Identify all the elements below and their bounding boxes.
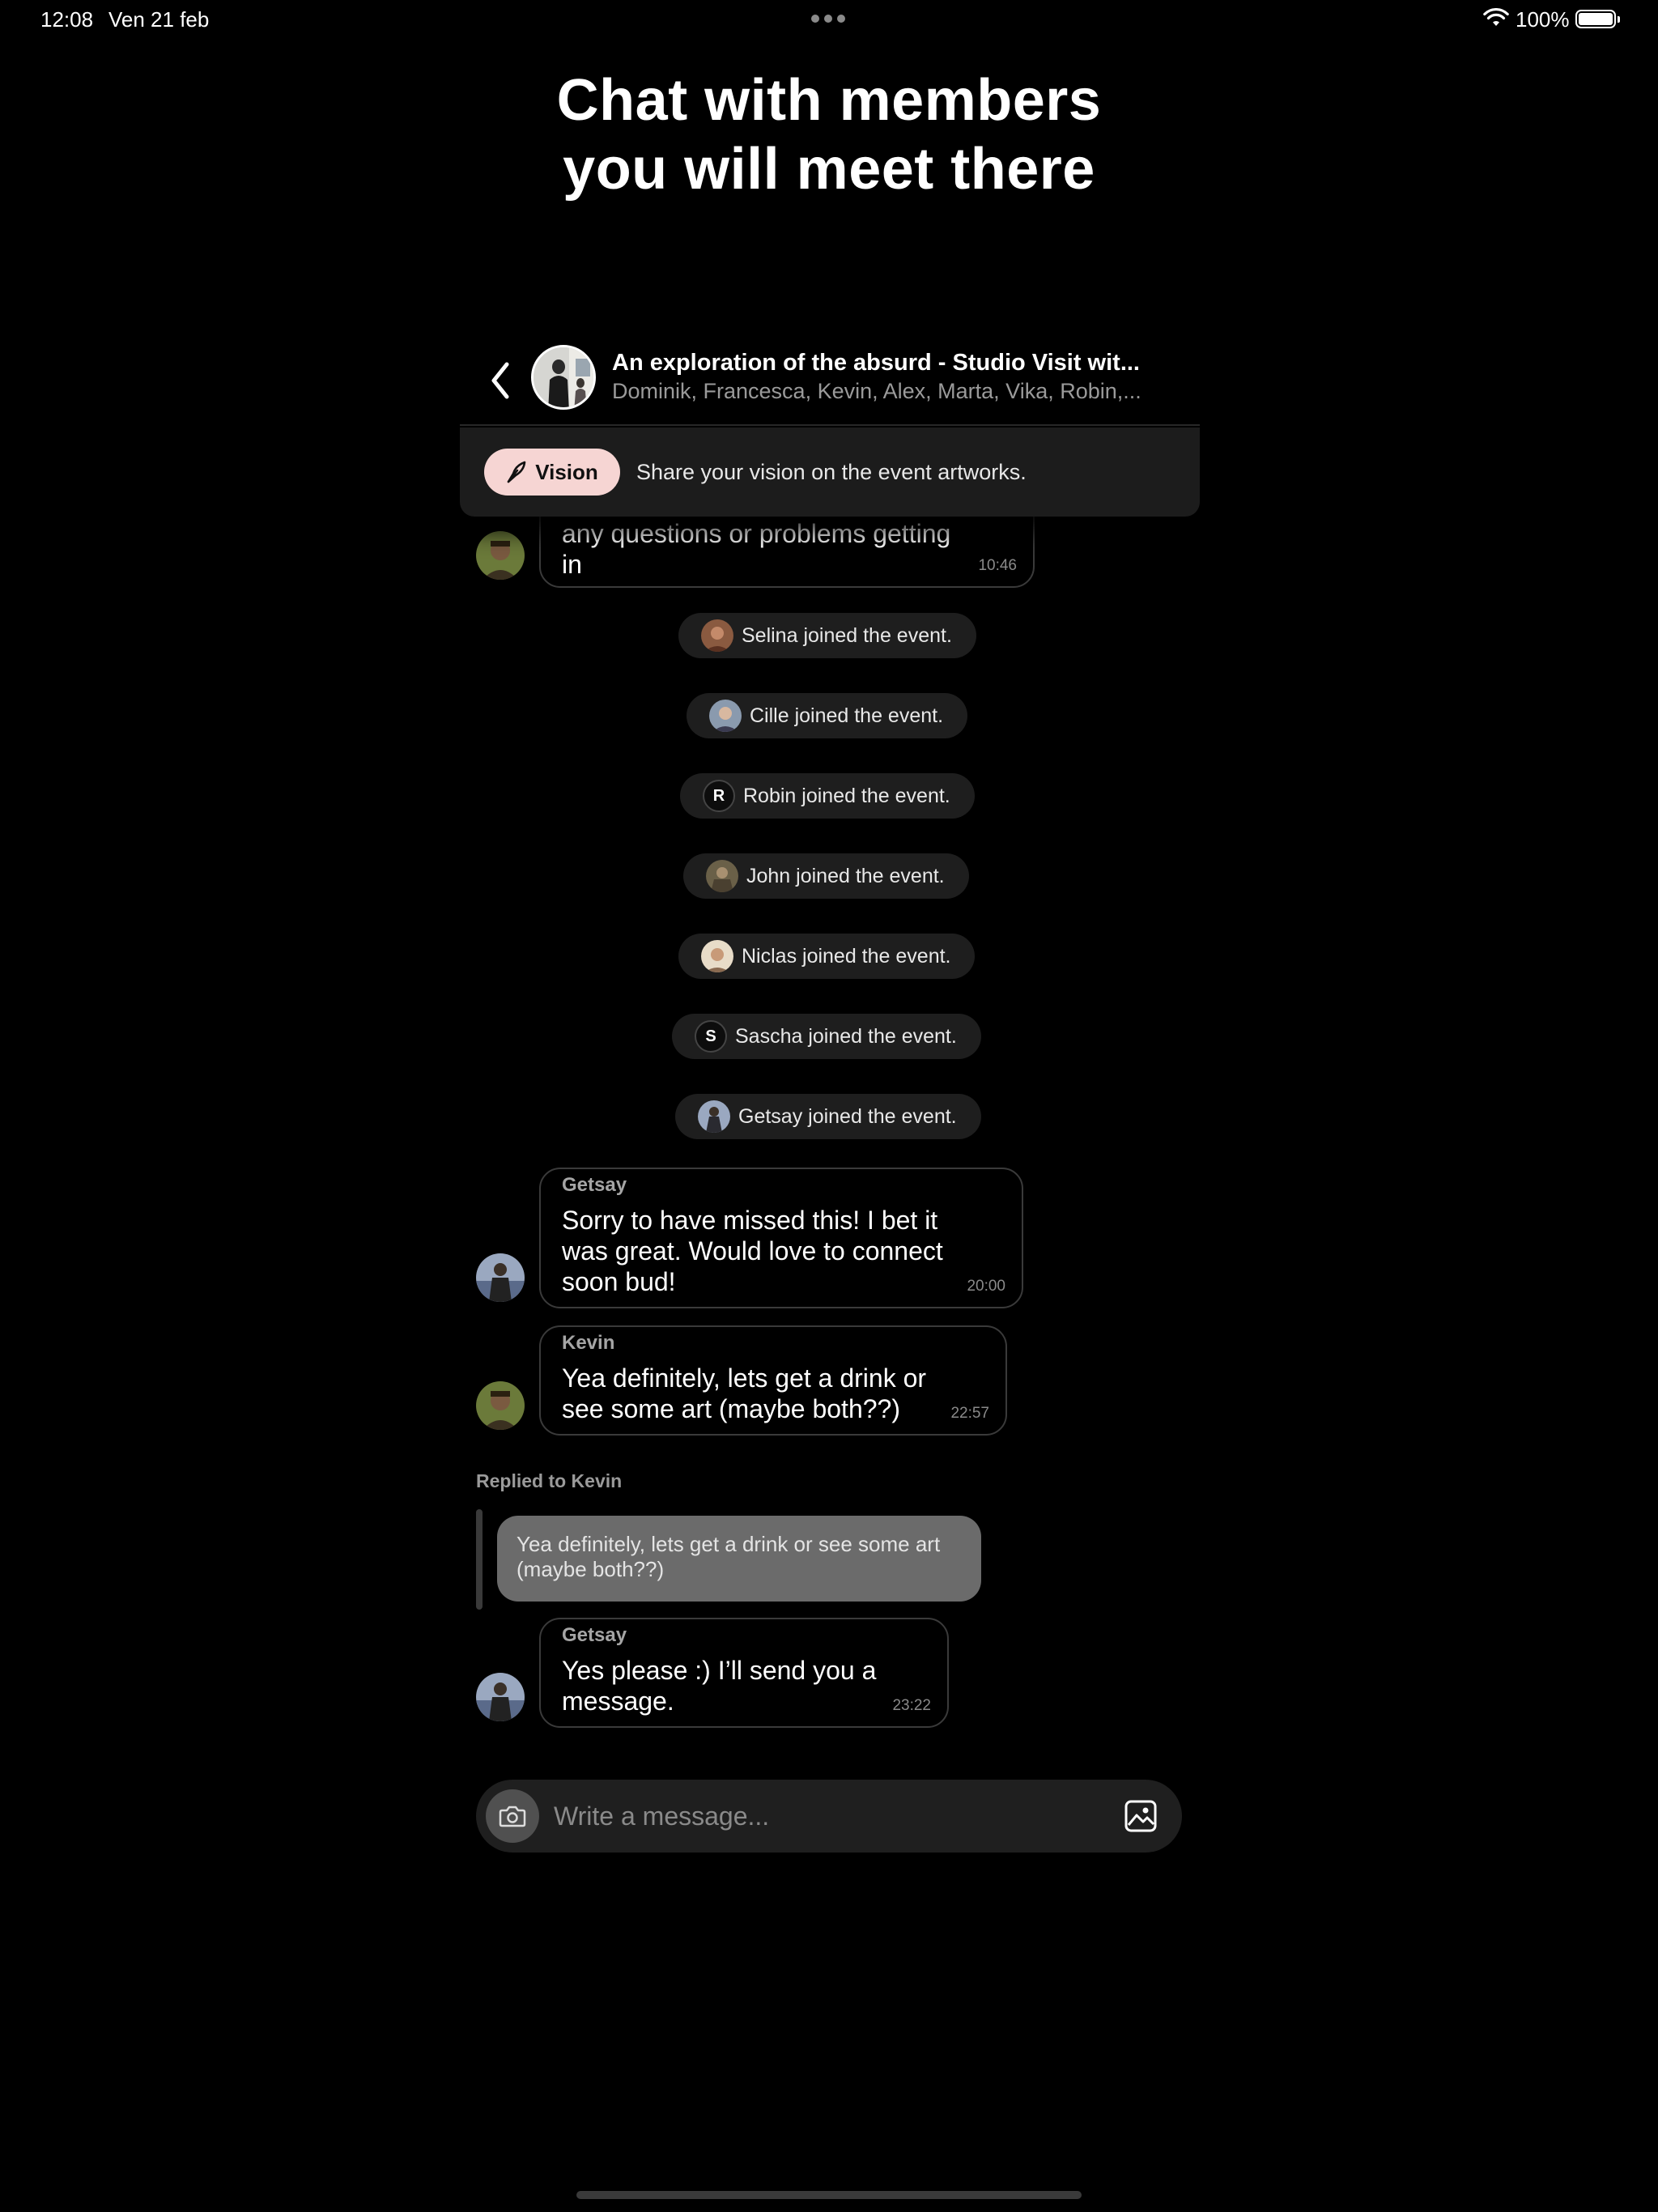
- feather-icon: [507, 461, 526, 483]
- join-text: John joined the event.: [746, 864, 945, 887]
- multitasking-dots-icon[interactable]: [811, 15, 845, 23]
- message-bubble-kevin[interactable]: Kevin Yea definitely, lets get a drink o…: [539, 1325, 1007, 1436]
- message-input[interactable]: [554, 1797, 1072, 1835]
- wifi-icon: [1483, 8, 1509, 26]
- message-line: Yes please :) I’ll send you a: [562, 1656, 877, 1685]
- chat-title[interactable]: An exploration of the absurd - Studio Vi…: [612, 350, 1195, 376]
- message-line: was great. Would love to connect: [562, 1236, 943, 1266]
- message-line: Sorry to have missed this! I bet it: [562, 1206, 938, 1235]
- headline: Chat with members you will meet there: [0, 66, 1658, 204]
- vision-button-label: Vision: [535, 459, 598, 484]
- message-line: Yea definitely, lets get a drink or: [562, 1363, 927, 1393]
- replied-to-label: Replied to Kevin: [476, 1470, 623, 1491]
- camera-icon: [499, 1806, 526, 1827]
- quoted-line: (maybe both??): [517, 1557, 665, 1581]
- message-sender: Kevin: [562, 1332, 615, 1354]
- message-sender: Getsay: [562, 1624, 627, 1646]
- home-indicator[interactable]: [576, 2191, 1082, 2199]
- message-time: 10:46: [978, 557, 1017, 574]
- message-sender: Getsay: [562, 1174, 627, 1196]
- camera-button[interactable]: [486, 1789, 539, 1843]
- headline-line-2: you will meet there: [563, 137, 1095, 202]
- message-line: any questions or problems getting: [562, 519, 951, 548]
- message-bubble-getsay-1[interactable]: Getsay Sorry to have missed this! I bet …: [539, 1168, 1023, 1308]
- join-text: Getsay joined the event.: [738, 1104, 957, 1128]
- avatar-sascha: S: [695, 1020, 727, 1053]
- reply-indicator-bar: [476, 1509, 483, 1610]
- message-bubble-getsay-2[interactable]: Getsay Yes please :) I’ll send you a mes…: [539, 1618, 949, 1728]
- image-icon[interactable]: [1122, 1797, 1159, 1835]
- battery-percentage: 100%: [1516, 7, 1570, 32]
- avatar-getsay: [698, 1100, 730, 1133]
- join-text: Robin joined the event.: [743, 784, 950, 807]
- join-notice-selina: Selina joined the event.: [678, 613, 976, 658]
- message-time: 20:00: [967, 1278, 1005, 1295]
- avatar-niclas: [701, 940, 733, 972]
- join-notice-john: John joined the event.: [683, 853, 969, 899]
- join-text: Niclas joined the event.: [742, 944, 951, 968]
- join-text: Selina joined the event.: [742, 623, 952, 647]
- message-line: message.: [562, 1687, 674, 1716]
- status-time: 12:08: [40, 7, 94, 32]
- join-text: Sascha joined the event.: [735, 1024, 957, 1048]
- join-notice-niclas: Niclas joined the event.: [678, 934, 976, 979]
- vision-prompt: Share your vision on the event artworks.: [636, 460, 1027, 484]
- status-date: Ven 21 feb: [108, 7, 210, 32]
- avatar-selina: [701, 619, 733, 652]
- message-time: 23:22: [892, 1697, 931, 1714]
- vision-button[interactable]: Vision: [484, 449, 620, 496]
- avatar-robin: R: [703, 780, 735, 812]
- message-text: Yes please :) I’ll send you a message.: [562, 1655, 876, 1716]
- message-line: in: [562, 550, 582, 579]
- join-notice-robin: R Robin joined the event.: [680, 773, 975, 819]
- message-text: Sorry to have missed this! I bet it was …: [562, 1205, 943, 1297]
- message-line: see some art (maybe both??): [562, 1394, 900, 1423]
- vision-banner: Vision Share your vision on the event ar…: [460, 428, 1200, 517]
- avatar-getsay[interactable]: [476, 1673, 525, 1721]
- join-notice-getsay: Getsay joined the event.: [675, 1094, 981, 1139]
- join-notice-sascha: S Sascha joined the event.: [672, 1014, 981, 1059]
- chat-members: Dominik, Francesca, Kevin, Alex, Marta, …: [612, 379, 1141, 403]
- chat-header: An exploration of the absurd - Studio Vi…: [460, 338, 1200, 426]
- quoted-line: Yea definitely, lets get a drink or see …: [517, 1532, 941, 1556]
- battery-icon: [1575, 10, 1620, 28]
- headline-line-1: Chat with members: [556, 68, 1102, 133]
- message-composer: [476, 1780, 1182, 1853]
- quoted-message[interactable]: Yea definitely, lets get a drink or see …: [497, 1516, 981, 1602]
- message-text: Yea definitely, lets get a drink or see …: [562, 1363, 926, 1424]
- chevron-left-icon[interactable]: [484, 358, 517, 403]
- avatar-john: [706, 860, 738, 892]
- avatar-cille: [709, 700, 742, 732]
- event-avatar[interactable]: [531, 345, 596, 410]
- message-time: 22:57: [950, 1405, 989, 1422]
- message-text: any questions or problems getting in: [562, 518, 950, 580]
- join-notice-cille: Cille joined the event.: [687, 693, 968, 738]
- avatar-kevin[interactable]: [476, 531, 525, 580]
- avatar-getsay[interactable]: [476, 1253, 525, 1302]
- join-text: Cille joined the event.: [750, 704, 944, 727]
- avatar-kevin[interactable]: [476, 1381, 525, 1430]
- message-line: soon bud!: [562, 1267, 676, 1296]
